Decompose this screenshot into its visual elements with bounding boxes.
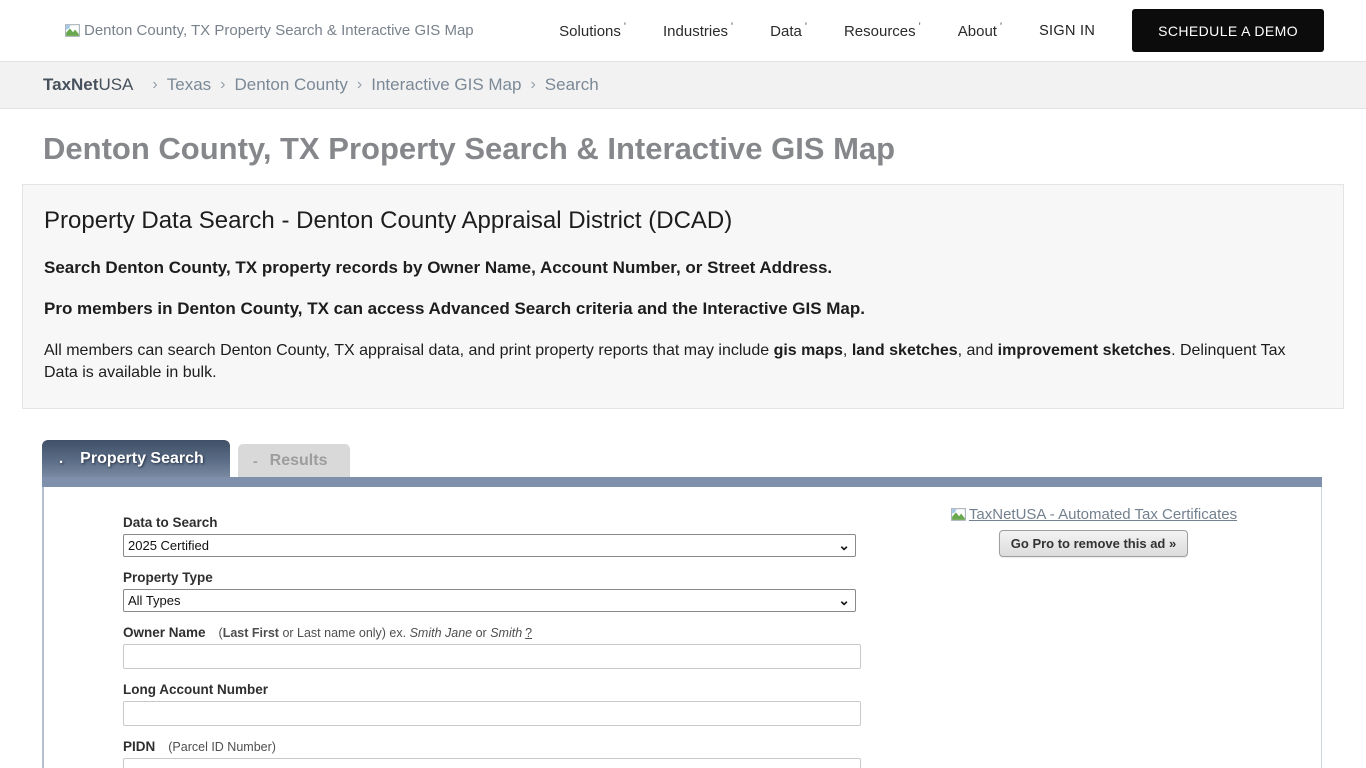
data-to-search-select-wrap: 2025 Certified ⌄: [123, 534, 856, 558]
tab-bullet-icon: .: [59, 450, 64, 468]
nav-item-resources[interactable]: Resources ': [844, 21, 921, 40]
site-logo[interactable]: Denton County, TX Property Search & Inte…: [64, 22, 474, 39]
tab-strip-divider: [42, 477, 1322, 488]
dropdown-caret-icon: ': [918, 21, 921, 33]
data-to-search-label: Data to Search: [123, 515, 218, 531]
pidn-input[interactable]: [123, 758, 861, 768]
search-panel: Data to Search 2025 Certified ⌄ Property…: [42, 487, 1322, 768]
breadcrumb-separator: ›: [530, 76, 536, 93]
intro-heading: Property Data Search - Denton County App…: [44, 207, 733, 234]
long-account-input[interactable]: [123, 701, 861, 727]
property-type-select-wrap: All Types ⌄: [123, 589, 856, 613]
dropdown-caret-icon: ': [999, 21, 1003, 33]
dropdown-caret-icon: ': [623, 21, 626, 33]
property-type-select[interactable]: All Types: [123, 589, 856, 613]
owner-name-hint: (Last First or Last name only) ex. Smith…: [218, 626, 533, 641]
intro-line-members: All members can search Denton County, TX…: [44, 342, 1286, 381]
tab-property-search[interactable]: . Property Search: [42, 440, 230, 478]
breadcrumb-separator: ›: [152, 76, 158, 93]
owner-name-group: Owner Name (Last First or Last name only…: [123, 625, 866, 670]
breadcrumb-item-gis-map[interactable]: Interactive GIS Map: [371, 75, 521, 95]
ad-column: TaxNetUSA - Automated Tax Certificates G…: [866, 487, 1321, 768]
go-pro-button[interactable]: Go Pro to remove this ad »: [998, 530, 1189, 558]
breadcrumb: TaxNetUSA › Texas › Denton County › Inte…: [0, 61, 1366, 109]
dropdown-caret-icon: ': [804, 21, 807, 33]
intro-line-search: Search Denton County, TX property record…: [44, 258, 833, 277]
breadcrumb-item-texas[interactable]: Texas: [167, 75, 211, 95]
sign-in-link[interactable]: SIGN IN: [1039, 23, 1095, 39]
breadcrumb-item-denton-county[interactable]: Denton County: [234, 75, 347, 95]
broken-image-icon: [950, 508, 966, 522]
tab-results[interactable]: - Results: [238, 444, 350, 478]
brand-bold: TaxNet: [43, 75, 99, 94]
logo-alt-text: Denton County, TX Property Search & Inte…: [84, 22, 474, 39]
nav-item-about[interactable]: About ': [958, 21, 1002, 40]
breadcrumb-brand[interactable]: TaxNetUSA: [43, 75, 133, 95]
tab-bullet-icon: -: [253, 452, 258, 469]
page-title: Denton County, TX Property Search & Inte…: [43, 131, 896, 166]
data-to-search-select[interactable]: 2025 Certified: [123, 534, 856, 558]
owner-name-help-link[interactable]: ?: [525, 626, 532, 640]
nav-item-solutions[interactable]: Solutions ': [559, 21, 626, 40]
breadcrumb-separator: ›: [356, 76, 363, 93]
long-account-group: Long Account Number: [123, 682, 866, 727]
top-header: Denton County, TX Property Search & Inte…: [0, 0, 1366, 61]
pidn-hint: (Parcel ID Number): [168, 740, 276, 755]
pidn-label: PIDN: [123, 739, 156, 755]
pidn-group: PIDN (Parcel ID Number): [123, 739, 866, 768]
main-nav: Solutions ' Industries ' Data ' Resources ' …: [559, 9, 1324, 52]
property-search-form: Data to Search 2025 Certified ⌄ Property…: [44, 487, 866, 768]
breadcrumb-separator: ›: [220, 76, 226, 93]
long-account-label: Long Account Number: [123, 682, 268, 698]
tab-bar: . Property Search - Results: [42, 440, 1322, 478]
ad-link[interactable]: TaxNetUSA - Automated Tax Certificates: [950, 506, 1237, 523]
ad-link-text: TaxNetUSA - Automated Tax Certificates: [968, 506, 1238, 524]
owner-name-input[interactable]: [123, 644, 861, 670]
brand-rest: USA: [98, 75, 134, 94]
intro-line-pro: Pro members in Denton County, TX can acc…: [44, 299, 865, 318]
intro-box: Property Data Search - Denton County App…: [22, 184, 1344, 410]
nav-item-data[interactable]: Data ': [770, 21, 807, 40]
nav-item-industries[interactable]: Industries ': [663, 21, 733, 40]
property-type-group: Property Type All Types ⌄: [123, 570, 866, 613]
owner-name-label: Owner Name: [123, 625, 206, 641]
tab-property-search-label: Property Search: [80, 449, 204, 467]
broken-image-icon: [65, 24, 80, 37]
breadcrumb-item-search[interactable]: Search: [545, 75, 599, 95]
property-type-label: Property Type: [123, 570, 213, 586]
tab-results-label: Results: [269, 451, 328, 469]
dropdown-caret-icon: ': [731, 21, 734, 33]
schedule-demo-button[interactable]: SCHEDULE A DEMO: [1132, 9, 1324, 52]
data-to-search-group: Data to Search 2025 Certified ⌄: [123, 515, 866, 558]
